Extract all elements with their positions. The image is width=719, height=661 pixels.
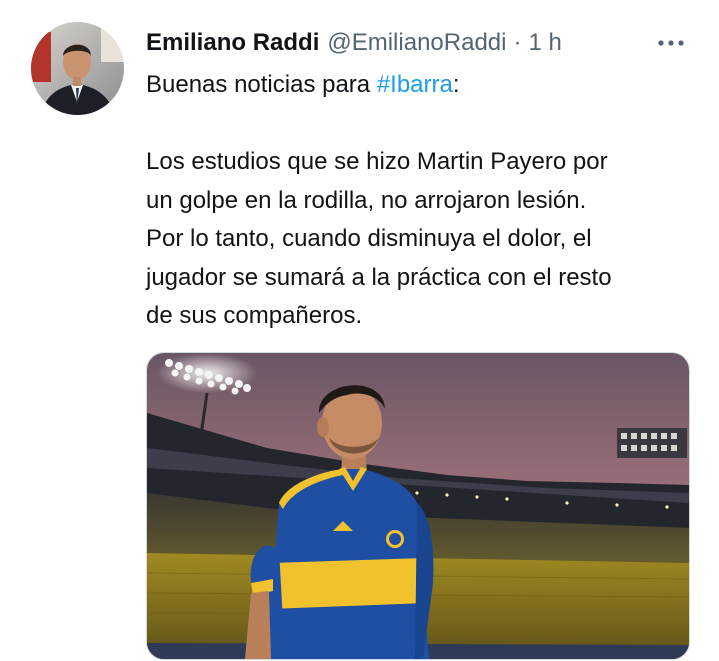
author-handle[interactable]: @EmilianoRaddi [327, 29, 506, 57]
hashtag-link[interactable]: #Ibarra [377, 71, 453, 98]
tweet-media-image[interactable] [146, 352, 690, 660]
tweet-timestamp[interactable]: 1 h [528, 29, 561, 57]
tweet-text: Buenas noticias para #Ibarra: Los estudi… [146, 66, 694, 336]
tweet-text-intro: Buenas noticias para #Ibarra: [146, 66, 694, 105]
tweet-text-line: un golpe en la rodilla, no arrojaron les… [146, 186, 587, 214]
tweet-card[interactable]: Emiliano Raddi @EmilianoRaddi · 1 h Buen… [0, 0, 719, 661]
more-options-button[interactable] [653, 28, 689, 58]
tweet-text-line: Los estudios que se hizo Martin Payero p… [146, 148, 608, 175]
intro-colon: : [452, 71, 460, 98]
avatar[interactable] [31, 22, 124, 115]
tweet-header: Emiliano Raddi @EmilianoRaddi · 1 h [146, 26, 689, 60]
tweet-text-line: de sus compañeros. [146, 302, 363, 329]
tweet-text-line: Por lo tanto, cuando disminuya el dolor,… [146, 225, 592, 252]
author-display-name[interactable]: Emiliano Raddi [146, 29, 319, 57]
intro-text: Buenas noticias para [146, 71, 377, 98]
header-separator: · [513, 29, 522, 56]
tweet-text-line: jugador se sumará a la práctica con el r… [146, 263, 612, 291]
avatar-photo [31, 22, 124, 115]
media-photo [147, 353, 689, 659]
more-horizontal-icon [658, 40, 684, 46]
